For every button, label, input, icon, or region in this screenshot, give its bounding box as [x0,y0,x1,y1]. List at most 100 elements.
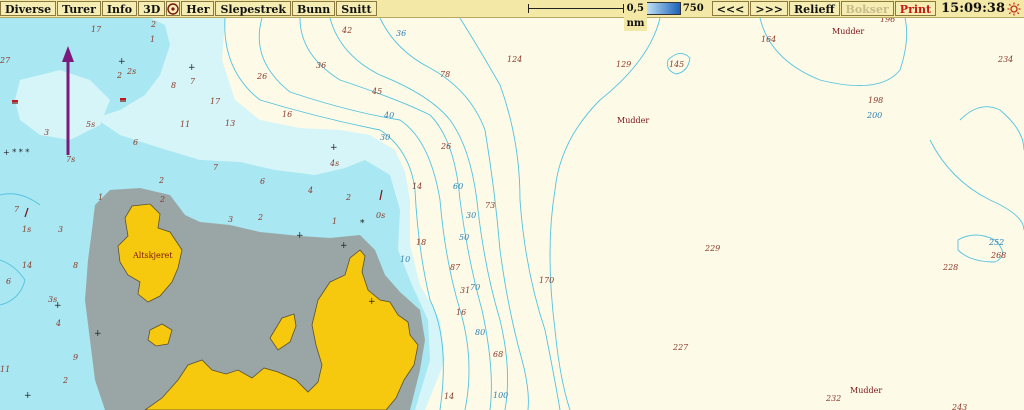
depth-sounding: 16 [456,308,466,317]
depth-sounding: 6 [6,277,11,286]
svg-text:*: * [360,219,365,229]
depth-sounding: 17 [91,25,102,34]
depth-sounding: 229 [704,244,720,253]
relieff-button[interactable]: Relieff [789,1,840,16]
snitt-button[interactable]: Snitt [336,1,377,16]
depth-sounding: 252 [988,238,1004,247]
depth-sounding: 17 [210,97,221,106]
scale-bar: 0,5 nm [527,1,648,31]
depth-sounding: 7s [66,155,75,164]
depth-sounding: 13 [225,119,235,128]
depth-sounding: 42 [341,26,352,35]
depth-sounding: 8 [73,261,78,270]
nav-prev-button[interactable]: <<< [711,1,750,16]
depth-sounding: 36 [316,61,326,70]
depth-sounding: 227 [672,343,689,352]
depth-sounding: 16 [282,110,292,119]
depth-sounding: 2 [62,376,68,385]
svg-text:+: + [368,297,376,307]
depth-sounding: 2 [150,20,156,29]
svg-text:+: + [296,231,304,241]
depth-sounding: 45 [371,87,382,96]
depth-sounding: 3 [58,225,63,234]
chart-map[interactable]: + * + * * * + + + + + + + + Altskjeret M… [0,18,1024,410]
depth-sounding: 11 [180,120,190,129]
depth-sounding: 6 [133,138,138,147]
depth-sounding: 26 [440,142,451,151]
depth-sounding: 2 [116,71,122,80]
depth-sounding: 0s [376,211,385,220]
depth-sounding: 1 [332,217,337,226]
depth-sounding: 14 [22,261,32,270]
depth-sounding: 78 [440,70,450,79]
toolbar: Diverse Turer Info 3D Her Slepestrek Bun… [0,0,1024,31]
menu-diverse[interactable]: Diverse [0,1,57,16]
depth-sounding: 18 [416,238,426,247]
depth-sounding: 1 [98,193,103,202]
depth-sounding: 8 [171,81,176,90]
bokser-button[interactable]: Bokser [840,1,894,16]
nav-next-button[interactable]: >>> [750,1,789,16]
depth-sounding: 4 [55,319,61,328]
menu-info[interactable]: Info [101,1,138,16]
clock: 15:09:38 [941,1,1005,16]
depth-sounding: 243 [951,403,967,410]
depth-sounding: 36 [396,29,406,38]
depth-sounding: 50 [459,233,469,242]
depth-sounding: 2 [257,213,263,222]
depth-sounding: 73 [485,201,495,210]
svg-text:+: + [94,329,102,339]
depth-sounding: 4s [329,159,339,168]
depth-sounding: 30 [466,211,476,220]
depth-sounding: 68 [493,350,503,359]
svg-text:+: + [24,391,32,401]
depth-sounding: 200 [866,111,882,120]
depth-sounding: 228 [942,263,958,272]
depth-sounding: 11 [0,365,10,374]
depth-sounding: 145 [669,60,684,69]
depth-sounding: 3s [48,295,57,304]
menu-turer[interactable]: Turer [57,1,101,16]
depth-sounding: 164 [761,35,776,44]
depth-sounding: 2s [126,67,136,76]
sun-icon[interactable] [1007,2,1021,16]
depth-sounding: 80 [475,328,485,337]
depth-sounding: 31 [460,286,470,295]
depth-sounding: 234 [997,55,1013,64]
svg-text:+: + [118,57,126,67]
compass-icon[interactable] [166,1,181,16]
depth-sounding: 30 [380,133,390,142]
depth-sounding: 5s [86,120,95,129]
slepestrek-button[interactable]: Slepestrek [215,1,291,16]
depth-sounding: 3 [228,215,233,224]
depth-sounding: 27 [0,56,11,65]
depth-sounding: 87 [450,263,461,272]
depth-sounding: 9 [73,353,78,362]
place-name: Mudder [832,27,864,36]
depth-sounding: 10 [400,255,410,264]
depth-sounding: 198 [868,96,883,105]
depth-sounding: 232 [825,394,841,403]
depth-sounding: 1 [150,35,155,44]
depth-sounding: 2 [345,193,351,202]
depth-sounding: 4 [307,186,313,195]
print-button[interactable]: Print [894,1,937,16]
her-button[interactable]: Her [181,1,215,16]
menu-3d[interactable]: 3D [138,1,166,16]
depth-sounding: 196 [880,18,895,24]
svg-text:+: + [340,241,348,251]
depth-sounding: 268 [990,251,1006,260]
depth-sounding: 70 [470,283,480,292]
svg-text:+ * * *: + * * * [3,148,29,157]
depth-max: 750 [682,3,704,14]
bunn-button[interactable]: Bunn [292,1,336,16]
place-name: Altskjeret [132,251,173,260]
depth-sounding: 40 [383,111,394,120]
depth-sounding: 14 [412,182,422,191]
svg-text:+: + [330,143,338,153]
depth-sounding: 6 [260,177,265,186]
depth-sounding: 2 [158,176,164,185]
depth-sounding: 100 [493,391,508,400]
scale-label: 0,5 nm [623,1,648,31]
svg-text:+: + [188,63,196,73]
